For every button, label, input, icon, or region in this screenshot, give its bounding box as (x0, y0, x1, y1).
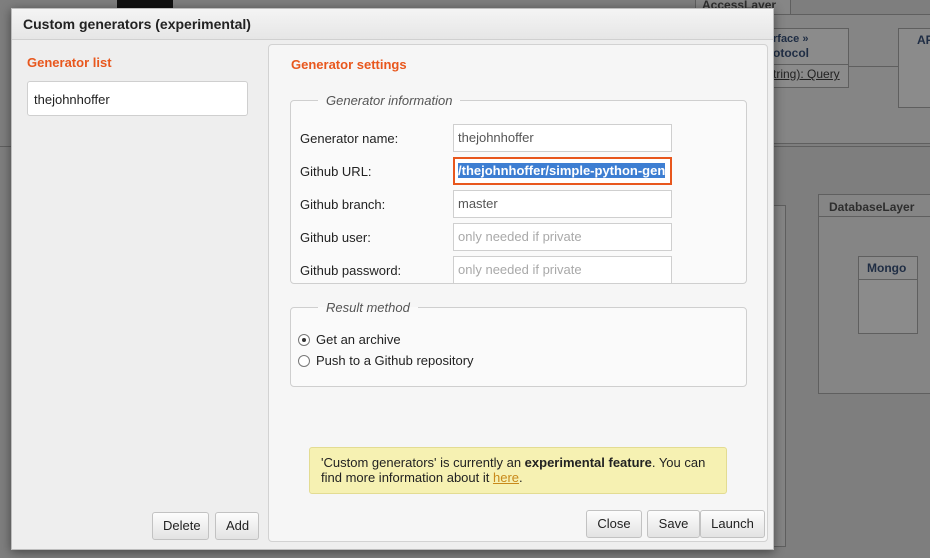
add-button[interactable]: Add (215, 512, 259, 540)
generator-name-label: Generator name: (300, 131, 399, 146)
notice-here-link[interactable]: here (493, 470, 519, 485)
class-method: tring): Query (767, 64, 848, 81)
generator-settings-panel: Generator settings Generator information… (268, 44, 768, 542)
generator-settings-title: Generator settings (291, 57, 407, 72)
result-method-legend: Result method (326, 300, 410, 315)
package-fragment (772, 205, 786, 547)
notice-text-1: 'Custom generators' is currently an (321, 455, 525, 470)
github-user-input[interactable]: only needed if private (453, 223, 672, 251)
github-password-row: Github password: only needed if private (300, 256, 740, 284)
class-stereotype: rface » (773, 33, 809, 45)
generator-list-item[interactable]: thejohnhoffer (27, 81, 248, 116)
github-branch-label: Github branch: (300, 197, 386, 212)
notice-bold-text: experimental feature (524, 455, 652, 470)
experimental-notice: 'Custom generators' is currently an expe… (309, 447, 727, 494)
github-url-label: Github URL: (300, 164, 372, 179)
generator-name-input[interactable]: thejohnhoffer (453, 124, 672, 152)
class-api[interactable]: AP (898, 28, 930, 108)
generator-list-title: Generator list (27, 55, 112, 70)
launch-button[interactable]: Launch (700, 510, 765, 538)
class-protocol[interactable]: rface » otocol tring): Query (766, 28, 849, 88)
save-button[interactable]: Save (647, 510, 700, 538)
generator-name-row: Generator name: thejohnhoffer (300, 124, 740, 152)
generator-information-legend: Generator information (326, 93, 453, 108)
connector-line (848, 66, 898, 67)
github-password-label: Github password: (300, 263, 402, 278)
github-user-label: Github user: (300, 230, 371, 245)
github-url-input[interactable]: /thejohnhoffer/simple-python-gen (453, 157, 672, 185)
delete-button[interactable]: Delete (152, 512, 209, 540)
dialog-title: Custom generators (experimental) (12, 9, 773, 40)
github-user-row: Github user: only needed if private (300, 223, 740, 251)
github-branch-input[interactable]: master (453, 190, 672, 218)
package-database-layer-tab: DatabaseLayer (819, 195, 930, 217)
push-radio[interactable] (298, 355, 310, 367)
generator-information-group: Generator information Generator name: th… (290, 93, 747, 284)
class-mongo-name: Mongo (859, 257, 917, 280)
archive-radio[interactable] (298, 334, 310, 346)
github-url-row: Github URL: /thejohnhoffer/simple-python… (300, 157, 740, 185)
github-password-input[interactable]: only needed if private (453, 256, 672, 284)
class-name: otocol (773, 46, 809, 60)
class-mongo[interactable]: Mongo (858, 256, 918, 334)
toolbar-fragment (117, 0, 173, 8)
github-url-selected-text: /thejohnhoffer/simple-python-gen (458, 163, 666, 178)
close-button[interactable]: Close (586, 510, 642, 538)
result-method-group: Result method Get an archive Push to a G… (290, 300, 747, 387)
class-api-name: AP (917, 33, 930, 47)
notice-text-3: . (519, 470, 523, 485)
push-radio-label: Push to a Github repository (316, 353, 474, 368)
archive-radio-label: Get an archive (316, 332, 401, 347)
custom-generators-dialog: Custom generators (experimental) Generat… (11, 8, 774, 550)
github-branch-row: Github branch: master (300, 190, 740, 218)
generator-list-panel: Generator list thejohnhoffer (27, 55, 251, 116)
